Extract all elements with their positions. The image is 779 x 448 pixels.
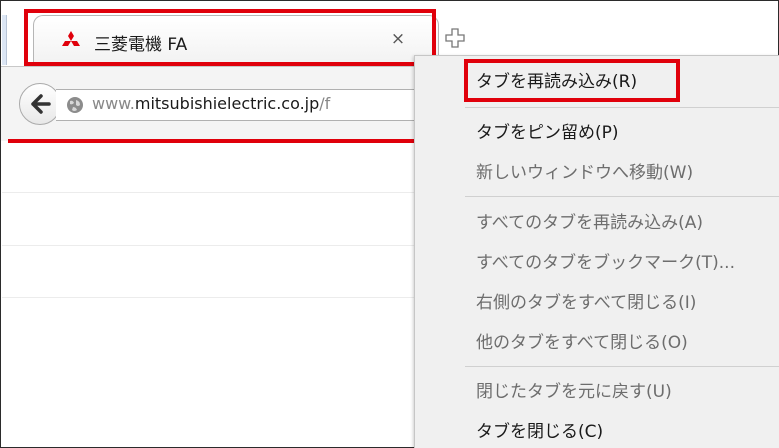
- menu-separator: [465, 196, 779, 197]
- menu-item-label: タブをピン留め(P): [476, 123, 619, 143]
- close-icon[interactable]: ×: [388, 29, 408, 49]
- menu-item-close-tab[interactable]: タブを閉じる(C): [415, 412, 779, 446]
- content-divider: [2, 192, 414, 193]
- back-arrow-icon: [31, 94, 51, 114]
- menu-item-close-tabs-right[interactable]: 右側のタブをすべて閉じる(I): [415, 283, 779, 317]
- menu-item-label: タブを閉じる(C): [476, 422, 604, 442]
- menu-item-reload-all-tabs[interactable]: すべてのタブを再読み込み(A): [415, 203, 779, 237]
- menu-separator: [465, 107, 779, 108]
- menu-item-label: 閉じたタブを元に戻す(U): [476, 382, 672, 402]
- navbar-highlight-line: [8, 139, 418, 143]
- menu-item-close-other-tabs[interactable]: 他のタブをすべて閉じる(O): [415, 323, 779, 357]
- menu-item-label: すべてのタブを再読み込み(A): [476, 213, 704, 233]
- url-text[interactable]: www.mitsubishielectric.co.jp/f: [92, 94, 412, 113]
- tab-mitsubishi-fa[interactable]: 三菱電機 FA ×: [33, 15, 439, 68]
- content-divider: [2, 297, 414, 298]
- tab-title: 三菱電機 FA: [94, 35, 188, 55]
- menu-item-label: 他のタブをすべて閉じる(O): [476, 333, 688, 353]
- mitsubishi-logo-icon: [60, 30, 82, 52]
- menu-item-bookmark-all-tabs[interactable]: すべてのタブをブックマーク(T)...: [415, 243, 779, 277]
- globe-icon[interactable]: [66, 96, 84, 114]
- menu-item-pin-tab[interactable]: タブをピン留め(P): [415, 113, 779, 147]
- previous-tab-edge[interactable]: [2, 15, 7, 65]
- url-bar[interactable]: www.mitsubishielectric.co.jp/f: [56, 89, 417, 121]
- back-button[interactable]: [19, 83, 61, 125]
- menu-item-label: タブを再読み込み(R): [476, 72, 638, 92]
- menu-item-move-to-new-window[interactable]: 新しいウィンドウへ移動(W): [415, 153, 779, 187]
- menu-item-reload-tab[interactable]: タブを再読み込み(R): [415, 62, 779, 96]
- menu-item-label: すべてのタブをブックマーク(T)...: [476, 253, 735, 273]
- tab-context-menu: タブを再読み込み(R) タブをピン留め(P) 新しいウィンドウへ移動(W) すべ…: [414, 55, 779, 448]
- menu-item-label: 新しいウィンドウへ移動(W): [476, 163, 694, 183]
- menu-item-label: 右側のタブをすべて閉じる(I): [476, 293, 697, 313]
- menu-item-undo-close-tab[interactable]: 閉じたタブを元に戻す(U): [415, 372, 779, 406]
- plus-icon[interactable]: [445, 28, 465, 48]
- content-divider: [2, 245, 414, 246]
- menu-separator: [465, 366, 779, 367]
